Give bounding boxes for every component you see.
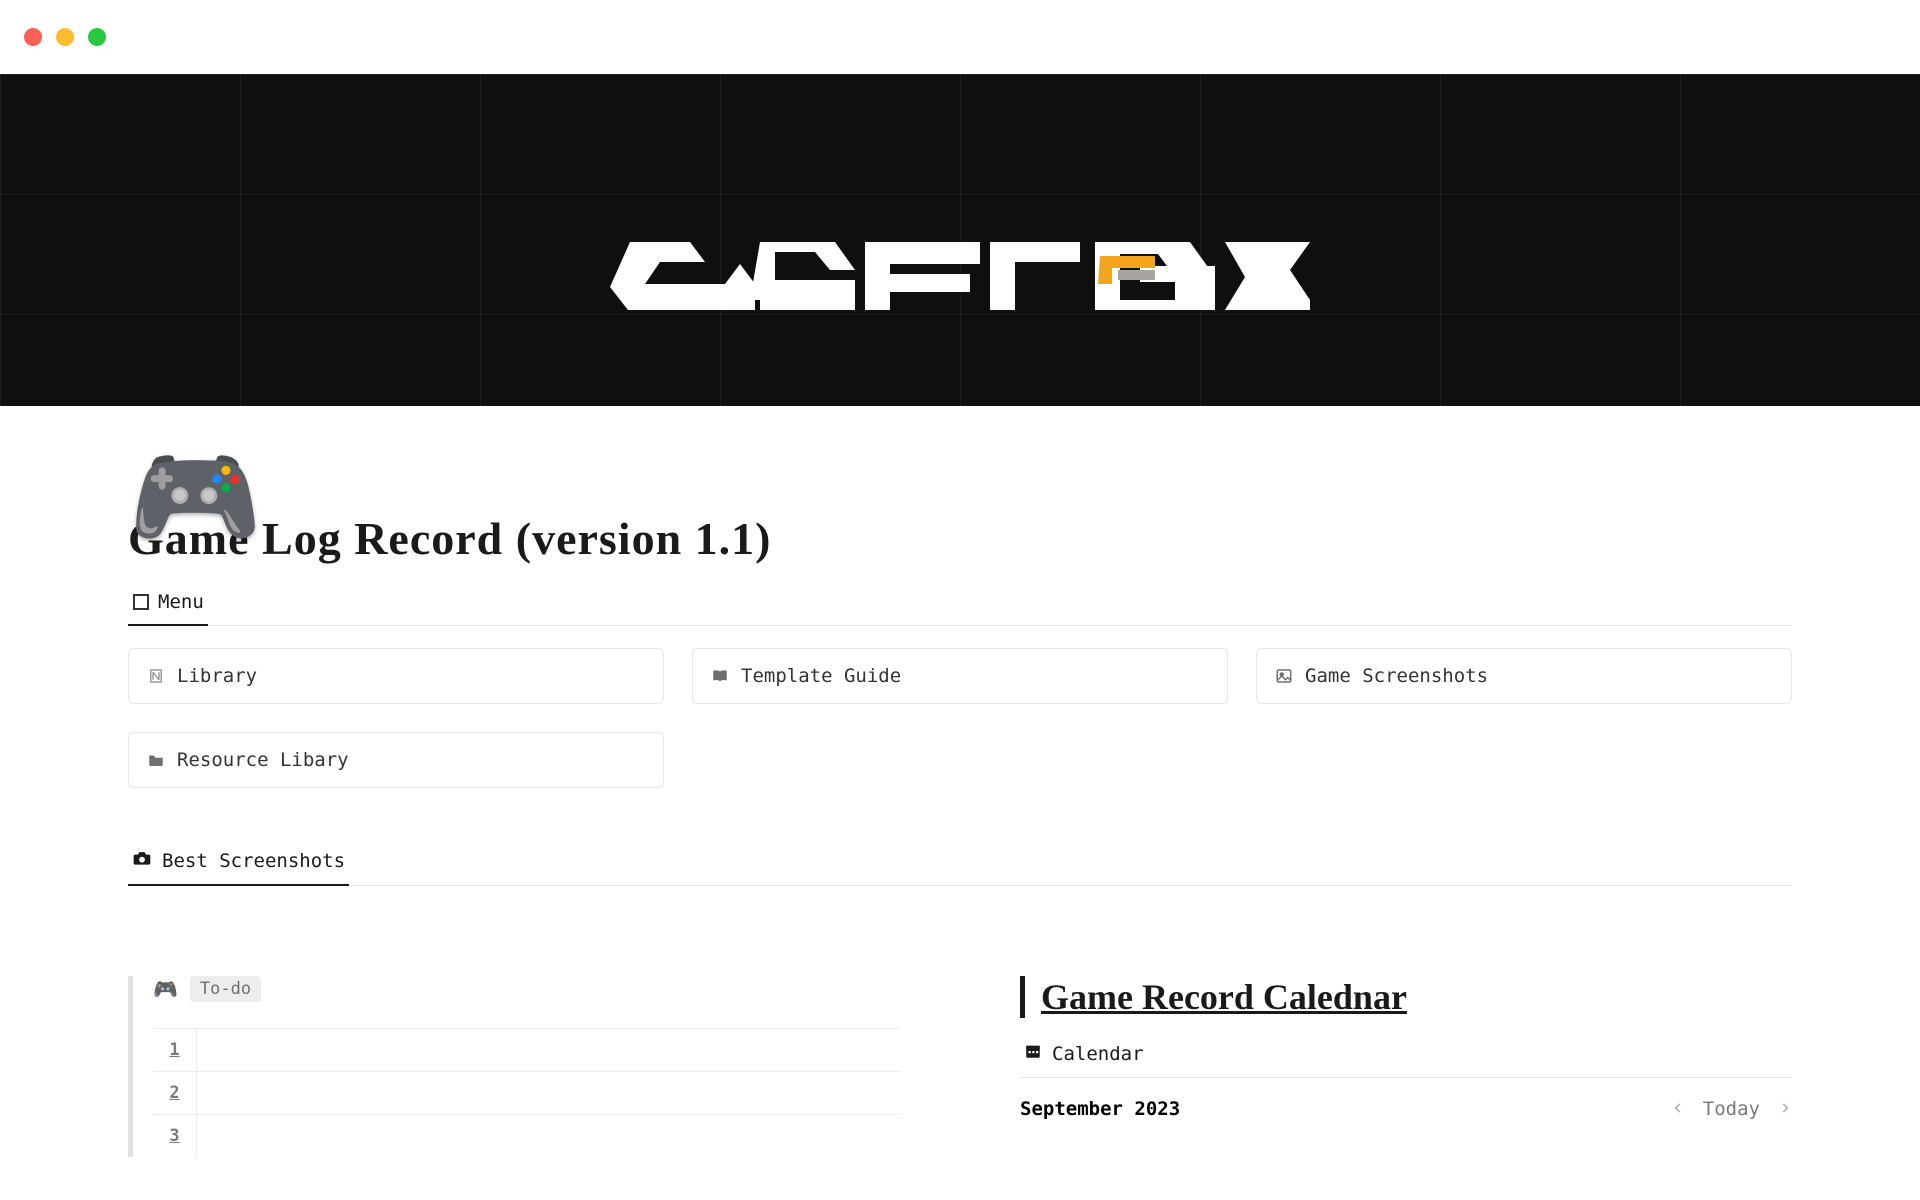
traffic-light-zoom[interactable] <box>88 28 106 46</box>
controller-icon: 🎮 <box>153 977 178 1001</box>
todo-header: 🎮 To-do <box>153 976 900 1002</box>
card-resource-library[interactable]: Resource Libary <box>128 732 664 788</box>
folder-icon <box>147 751 165 769</box>
calendar-today-button[interactable]: Today <box>1703 1098 1760 1120</box>
image-icon <box>1275 667 1293 685</box>
calendar-tabs: Calendar <box>1020 1042 1792 1078</box>
square-icon <box>132 593 150 611</box>
todo-row[interactable]: 1 <box>153 1028 900 1071</box>
tab-menu-label: Menu <box>158 591 204 613</box>
todo-row-content[interactable] <box>197 1072 900 1114</box>
traffic-light-minimize[interactable] <box>56 28 74 46</box>
notion-icon <box>147 667 165 685</box>
calendar-title[interactable]: Game Record Calednar <box>1041 976 1792 1018</box>
menu-tabs: Menu <box>128 591 1792 626</box>
tab-best-screenshots-label: Best Screenshots <box>162 850 345 872</box>
calendar-icon <box>1024 1042 1042 1065</box>
window-titlebar <box>0 0 1920 74</box>
todo-list: 1 2 3 <box>153 1028 900 1157</box>
calendar-title-block: Game Record Calednar <box>1020 976 1792 1018</box>
todo-row-content[interactable] <box>197 1029 900 1071</box>
calendar-nav: September 2023 Today <box>1020 1098 1792 1120</box>
calendar-next-button[interactable] <box>1778 1098 1792 1120</box>
todo-panel: 🎮 To-do 1 2 3 <box>128 976 900 1157</box>
card-game-screenshots-label: Game Screenshots <box>1305 665 1488 687</box>
card-game-screenshots[interactable]: Game Screenshots <box>1256 648 1792 704</box>
todo-tag[interactable]: To-do <box>190 976 261 1002</box>
traffic-light-close[interactable] <box>24 28 42 46</box>
card-template-guide[interactable]: Template Guide <box>692 648 1228 704</box>
menu-cards: Library Template Guide Game Screenshots … <box>128 648 1792 788</box>
gamelog-logo <box>610 222 1310 332</box>
todo-row-number: 2 <box>153 1072 197 1114</box>
card-library[interactable]: Library <box>128 648 664 704</box>
camera-icon <box>132 848 152 873</box>
todo-row-number: 3 <box>153 1115 197 1157</box>
page-icon-controller[interactable]: 🎮 <box>128 444 262 552</box>
tab-calendar-label: Calendar <box>1052 1043 1144 1065</box>
card-resource-library-label: Resource Libary <box>177 749 349 771</box>
page-title: Game Log Record (version 1.1) <box>128 512 1792 565</box>
todo-row-content[interactable] <box>197 1115 900 1157</box>
todo-row-number: 1 <box>153 1029 197 1071</box>
card-library-label: Library <box>177 665 257 687</box>
calendar-prev-button[interactable] <box>1671 1098 1685 1120</box>
tab-best-screenshots[interactable]: Best Screenshots <box>128 848 349 885</box>
screenshots-tabs: Best Screenshots <box>128 848 1792 886</box>
calendar-month-label: September 2023 <box>1020 1098 1180 1120</box>
page-cover <box>0 74 1920 406</box>
book-open-icon <box>711 667 729 685</box>
tab-calendar[interactable]: Calendar <box>1020 1042 1148 1077</box>
todo-row[interactable]: 3 <box>153 1114 900 1157</box>
calendar-panel: Game Record Calednar Calendar September … <box>1020 976 1792 1157</box>
tab-menu[interactable]: Menu <box>128 591 208 625</box>
card-template-guide-label: Template Guide <box>741 665 901 687</box>
todo-row[interactable]: 2 <box>153 1071 900 1114</box>
